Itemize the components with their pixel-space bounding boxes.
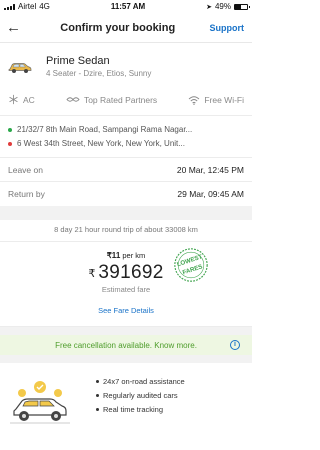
car-assurance-illustration-icon xyxy=(10,381,70,424)
per-km-rate: ₹11 per km xyxy=(0,251,252,260)
back-arrow-icon[interactable]: ← xyxy=(6,19,26,36)
feature-label: Free Wi-Fi xyxy=(204,94,244,105)
cancellation-band: Free cancellation available. Know more. … xyxy=(0,327,252,363)
car-name: Prime Sedan xyxy=(46,55,110,67)
feature-top-rated: Top Rated Partners xyxy=(66,95,157,105)
sedan-car-icon xyxy=(8,62,32,73)
route-section[interactable]: 21/32/7 8th Main Road, Sampangi Rama Nag… xyxy=(0,116,252,158)
drop-address-text: 6 West 34th Street, New York, New York, … xyxy=(17,139,185,148)
assurance-section: 24x7 on-road assistance Regularly audite… xyxy=(0,363,252,443)
support-link[interactable]: Support xyxy=(209,23,244,33)
features-row: AC Top Rated Partners Free Wi-Fi xyxy=(0,84,252,116)
free-cancellation-banner[interactable]: Free cancellation available. Know more. … xyxy=(0,335,252,355)
leave-on-row[interactable]: Leave on 20 Mar, 12:45 PM xyxy=(0,158,252,182)
battery-percent: 49% xyxy=(214,2,231,11)
car-description: 4 Seater - Dzire, Etios, Sunny xyxy=(46,69,152,78)
top-nav: ← Confirm your booking Support xyxy=(0,13,252,43)
clock: 11:57 AM xyxy=(110,2,146,11)
wifi-icon xyxy=(189,95,200,105)
return-by-label: Return by xyxy=(8,189,45,199)
pickup-dot-icon xyxy=(8,127,12,132)
list-item: Real time tracking xyxy=(96,405,185,414)
info-icon[interactable]: i xyxy=(230,340,240,350)
per-km-amount: ₹11 xyxy=(106,251,121,260)
drop-dot-icon xyxy=(8,141,12,146)
return-by-value: 29 Mar, 09:45 AM xyxy=(177,189,244,199)
pickup-address[interactable]: 21/32/7 8th Main Road, Sampangi Rama Nag… xyxy=(8,125,244,134)
feature-ac: AC xyxy=(8,94,35,105)
estimated-fare-label: Estimated fare xyxy=(101,285,151,294)
carrier-label: Airtel xyxy=(18,2,37,11)
signal-icon xyxy=(4,3,15,10)
list-item: Regularly audited cars xyxy=(96,391,185,400)
trip-summary: 8 day 21 hour round trip of about 33008 … xyxy=(0,220,252,242)
feature-label: Top Rated Partners xyxy=(83,94,158,105)
leave-on-value: 20 Mar, 12:45 PM xyxy=(176,164,244,175)
assurance-list: 24x7 on-road assistance Regularly audite… xyxy=(96,377,185,431)
leave-on-label: Leave on xyxy=(8,164,43,175)
badge-icon xyxy=(66,97,80,102)
return-by-row[interactable]: Return by 29 Mar, 09:45 AM xyxy=(0,182,252,206)
battery-icon xyxy=(234,3,250,10)
car-info: Prime Sedan 4 Seater - Dzire, Etios, Sun… xyxy=(0,43,252,84)
list-item: 24x7 on-road assistance xyxy=(96,377,185,386)
per-km-unit: per km xyxy=(122,251,146,260)
snowflake-icon xyxy=(9,94,18,105)
feature-label: AC xyxy=(23,94,35,105)
status-bar: Airtel 4G 11:57 AM ➤ 49% xyxy=(0,0,252,13)
section-divider xyxy=(0,206,252,220)
lowest-fares-stamp-icon: LOWEST FARES xyxy=(174,248,208,282)
free-cancellation-text: Free cancellation available. Know more. xyxy=(55,340,197,350)
fare-section: ₹11 per km ₹ 391692 Estimated fare LOWES… xyxy=(0,242,252,302)
fare-amount: 391692 xyxy=(98,262,164,283)
drop-address[interactable]: 6 West 34th Street, New York, New York, … xyxy=(8,139,244,148)
network-label: 4G xyxy=(39,2,50,11)
feature-wifi: Free Wi-Fi xyxy=(188,95,244,105)
pickup-address-text: 21/32/7 8th Main Road, Sampangi Rama Nag… xyxy=(17,125,193,134)
page-title: Confirm your booking xyxy=(60,21,176,34)
location-arrow-icon: ➤ xyxy=(206,3,212,11)
rupee-icon: ₹ xyxy=(88,267,96,280)
see-fare-details-link[interactable]: See Fare Details xyxy=(0,302,252,327)
